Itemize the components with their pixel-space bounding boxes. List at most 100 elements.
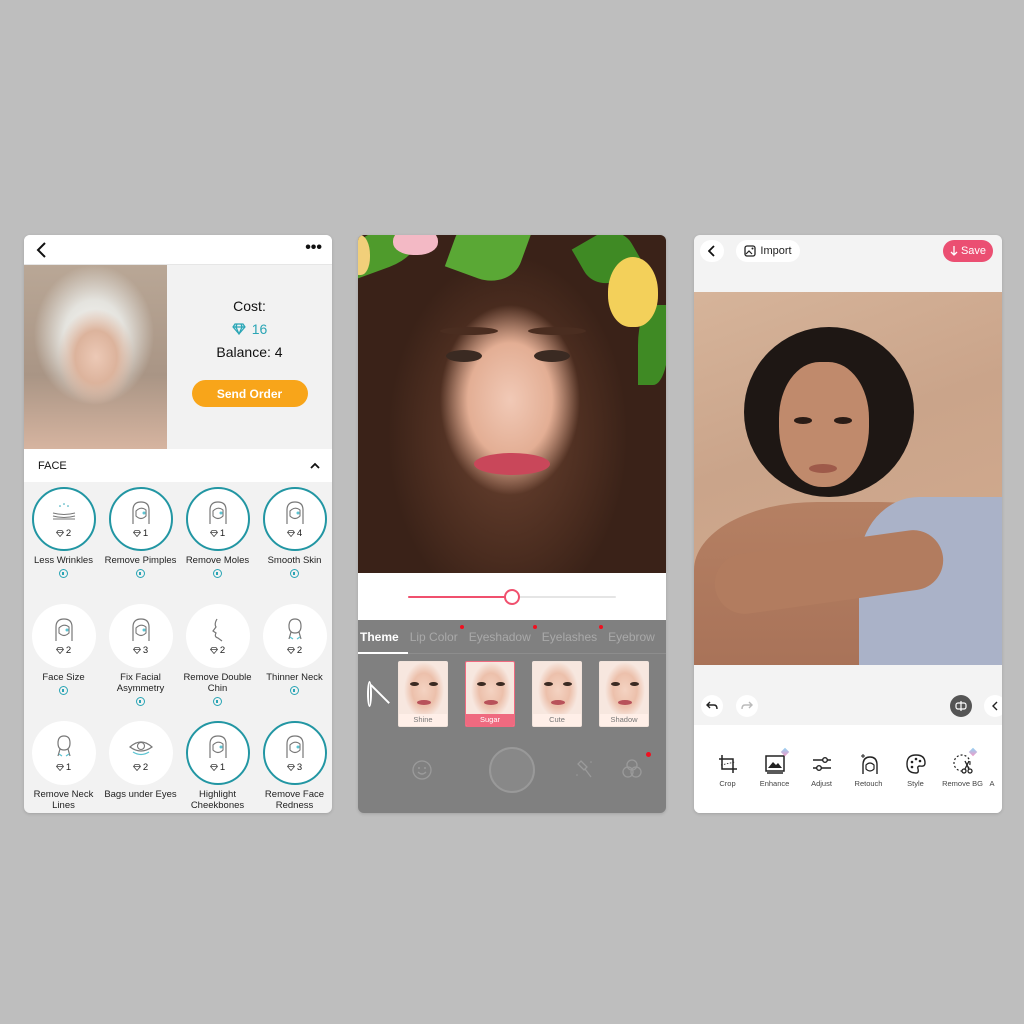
chevron-up-icon[interactable] xyxy=(310,462,320,469)
image-enhance-icon xyxy=(764,753,786,775)
service-item[interactable]: 1 Highlight Cheekbones xyxy=(179,721,256,813)
service-label: Highlight Cheekbones xyxy=(190,789,245,811)
save-button[interactable]: Save xyxy=(943,240,993,262)
tools-bar: Crop Enhance Adjust Retouch Style Remove BG A xyxy=(694,725,1002,813)
service-toggle[interactable]: 2 xyxy=(262,604,327,668)
neck-icon xyxy=(282,617,308,643)
order-summary: Cost: 16 Balance: 4 Send Order xyxy=(167,265,332,449)
more-horizontal-icon[interactable]: ••• xyxy=(305,239,322,257)
tab-eyelashes[interactable]: Eyelashes xyxy=(540,620,606,654)
info-icon[interactable] xyxy=(59,686,68,695)
service-item[interactable]: 1 Remove Moles xyxy=(179,487,256,603)
tool-label: A xyxy=(989,779,995,788)
tool-adjust[interactable]: Adjust xyxy=(798,753,845,788)
notification-dot xyxy=(646,752,651,757)
service-item[interactable]: 1 Remove Pimples xyxy=(102,487,179,603)
tool-style[interactable]: Style xyxy=(892,753,939,788)
look-cute[interactable]: Cute xyxy=(532,661,582,727)
look-sugar[interactable]: Sugar xyxy=(465,661,515,727)
makeup-brush-icon[interactable] xyxy=(573,757,597,781)
notification-dot xyxy=(459,624,464,629)
service-toggle[interactable]: 2 xyxy=(185,604,250,668)
look-shine[interactable]: Shine xyxy=(398,661,448,727)
service-toggle[interactable]: 3 xyxy=(108,604,173,668)
service-label: Remove Pimples xyxy=(104,555,177,566)
header: ••• xyxy=(24,235,332,265)
tab-lip-color[interactable]: Lip Color xyxy=(408,620,467,654)
tool-enhance[interactable]: Enhance xyxy=(751,747,798,788)
info-icon[interactable] xyxy=(290,686,299,695)
service-item[interactable]: 1 Remove Neck Lines xyxy=(25,721,102,813)
intensity-slider[interactable] xyxy=(408,589,616,605)
service-price: 1 xyxy=(209,762,225,773)
collapse-button[interactable] xyxy=(984,695,1002,717)
service-toggle[interactable]: 1 xyxy=(31,721,96,785)
chevron-left-icon xyxy=(708,245,715,257)
slider-thumb[interactable] xyxy=(504,589,520,605)
section-title: FACE xyxy=(38,459,67,472)
face-section-header[interactable]: FACE xyxy=(24,449,332,482)
look-label: Sugar xyxy=(466,714,514,726)
chevron-left-icon[interactable] xyxy=(33,240,51,260)
tab-theme[interactable]: Theme xyxy=(358,620,408,654)
compare-button[interactable] xyxy=(950,695,972,717)
looks-row: Shine Sugar Cute Shadow xyxy=(358,654,666,734)
look-shadow[interactable]: Shadow xyxy=(599,661,649,727)
slider-fill xyxy=(408,596,512,598)
info-icon[interactable] xyxy=(213,697,222,706)
tab-eyebrow[interactable]: Eyebrow xyxy=(606,620,664,654)
import-button[interactable]: Import xyxy=(736,240,800,262)
tool-retouch[interactable]: Retouch xyxy=(845,753,892,788)
service-label: Less Wrinkles xyxy=(34,555,93,566)
service-price: 2 xyxy=(55,528,71,539)
service-item[interactable]: 2 Less Wrinkles xyxy=(25,487,102,603)
undo-button[interactable] xyxy=(701,695,723,717)
service-toggle[interactable]: 4 xyxy=(262,487,327,551)
service-item[interactable]: 2 Thinner Neck xyxy=(256,604,332,720)
shutter-button[interactable] xyxy=(489,747,535,793)
filters-icon[interactable] xyxy=(620,757,644,781)
service-toggle[interactable]: 1 xyxy=(108,487,173,551)
compare-icon xyxy=(955,701,967,711)
notification-dot xyxy=(532,624,537,629)
info-icon[interactable] xyxy=(136,569,145,578)
diamond-icon xyxy=(286,763,295,771)
crop-icon xyxy=(717,753,739,775)
service-label: Thinner Neck xyxy=(266,672,323,683)
service-item[interactable]: 2 Bags under Eyes xyxy=(102,721,179,813)
face-icon xyxy=(51,617,77,643)
tool-remove-bg[interactable]: Remove BG xyxy=(939,747,986,788)
smile-icon[interactable] xyxy=(410,757,434,781)
tool-crop[interactable]: Crop xyxy=(704,753,751,788)
service-toggle[interactable]: 2 xyxy=(31,487,96,551)
send-order-button[interactable]: Send Order xyxy=(191,380,308,407)
tab-eyeshadow[interactable]: Eyeshadow xyxy=(467,620,540,654)
service-item[interactable]: 3 Fix Facial Asymmetry xyxy=(102,604,179,720)
info-icon[interactable] xyxy=(290,569,299,578)
service-toggle[interactable]: 2 xyxy=(31,604,96,668)
service-item[interactable]: 4 Smooth Skin xyxy=(256,487,332,603)
info-icon[interactable] xyxy=(213,569,222,578)
diamond-icon xyxy=(132,763,141,771)
service-toggle[interactable]: 1 xyxy=(185,487,250,551)
service-item[interactable]: 3 Remove Face Redness xyxy=(256,721,332,813)
info-icon[interactable] xyxy=(136,697,145,706)
service-toggle[interactable]: 1 xyxy=(185,721,250,785)
face-mole-icon xyxy=(205,500,231,526)
makeup-camera-screen: Theme Lip Color Eyeshadow Eyelashes Eyebrow … xyxy=(358,235,666,813)
service-price: 1 xyxy=(132,528,148,539)
service-label: Remove Face Redness xyxy=(264,789,325,811)
tool-a[interactable]: A xyxy=(986,753,998,788)
info-icon[interactable] xyxy=(59,569,68,578)
service-toggle[interactable]: 2 xyxy=(108,721,173,785)
services-grid: 2 Less Wrinkles 1 Remove Pimples 1 Remove Mol… xyxy=(24,482,332,813)
redo-button[interactable] xyxy=(736,695,758,717)
diamond-icon xyxy=(55,529,64,537)
service-label: Bags under Eyes xyxy=(104,789,177,800)
back-button[interactable] xyxy=(700,240,724,262)
service-item[interactable]: 2 Remove Double Chin xyxy=(179,604,256,720)
no-effect-icon[interactable] xyxy=(367,681,372,707)
service-item[interactable]: 2 Face Size xyxy=(25,604,102,720)
neck-icon xyxy=(51,734,77,760)
service-toggle[interactable]: 3 xyxy=(262,721,327,785)
